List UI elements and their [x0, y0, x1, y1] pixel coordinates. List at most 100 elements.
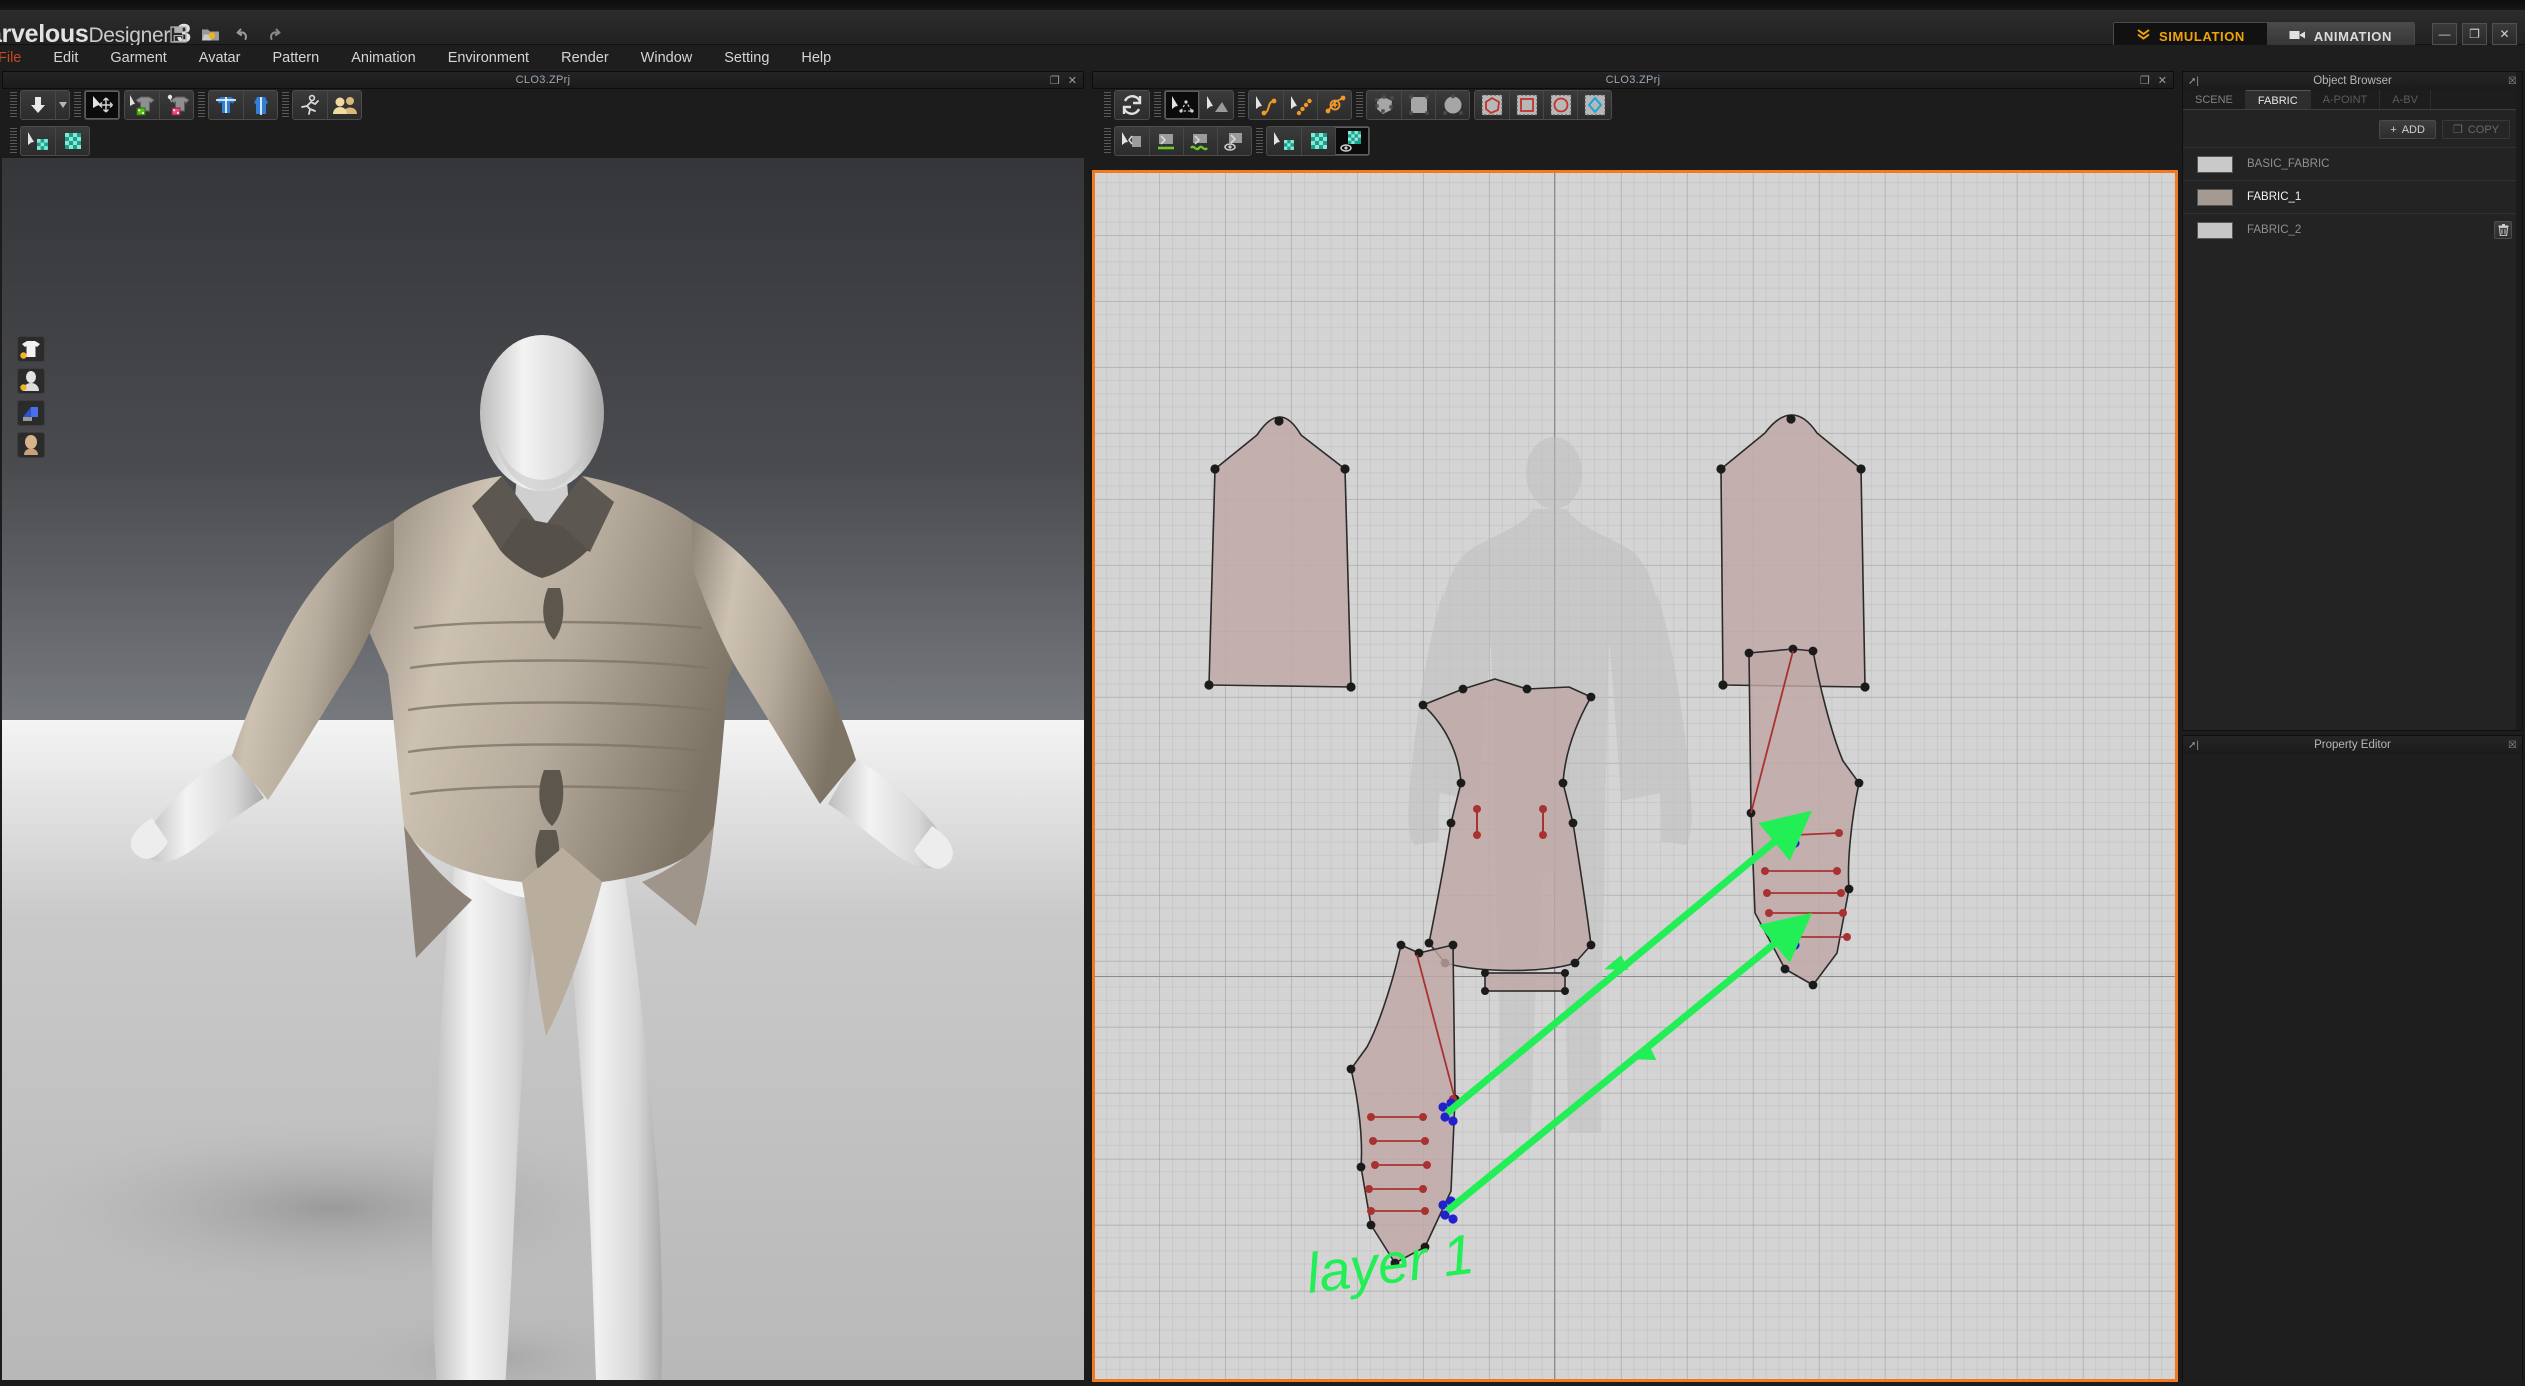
pin-icon[interactable]: ➚| — [2188, 76, 2199, 87]
sew-select-button[interactable] — [1115, 127, 1149, 155]
restore-button[interactable]: ❐ — [2462, 23, 2487, 45]
toolbar-grip[interactable] — [10, 92, 17, 118]
viewport-2d[interactable]: layer 1 — [1092, 170, 2178, 1382]
object-browser-tabs: SCENE FABRIC A-POINT A-BV — [2183, 90, 2522, 110]
fabric-swatch — [2197, 221, 2233, 239]
texture-map-button[interactable] — [1301, 127, 1335, 155]
pattern-canvas[interactable]: layer 1 — [1095, 173, 2178, 1382]
garment-layer-icon[interactable] — [17, 336, 45, 362]
edit-curve-button[interactable] — [1249, 91, 1283, 119]
pin-icon[interactable]: ➚| — [2188, 740, 2199, 751]
add-point-button[interactable] — [1317, 91, 1351, 119]
view3d-close-button[interactable]: ✕ — [1068, 74, 1077, 87]
avatar-show-button[interactable] — [243, 91, 277, 119]
menu-item-pattern[interactable]: Pattern — [256, 45, 335, 72]
toolbar-grip[interactable] — [1256, 128, 1263, 154]
internal-circle-button[interactable] — [1543, 91, 1577, 119]
viewport-3d[interactable] — [2, 158, 1084, 1380]
add-fabric-button[interactable]: + ADD — [2379, 120, 2436, 139]
texture-edit-button[interactable] — [55, 127, 89, 155]
free-sew-button[interactable] — [1183, 127, 1217, 155]
select-pin-button[interactable] — [159, 91, 193, 119]
texture-arrow-button[interactable] — [1267, 127, 1301, 155]
toolbar-grip[interactable] — [282, 92, 289, 118]
select-mesh-button[interactable] — [125, 91, 159, 119]
simulate-dropdown-arrow[interactable] — [55, 91, 69, 119]
garment-visibility-group — [208, 90, 278, 120]
fabric-book-icon[interactable] — [17, 400, 45, 426]
main-menubar: File Edit Garment Avatar Pattern Animati… — [0, 45, 2525, 72]
pose-button[interactable] — [293, 91, 327, 119]
property-editor-close-icon[interactable]: ☒ — [2508, 740, 2517, 751]
dart-tool-button[interactable] — [1577, 91, 1611, 119]
fabric-list-item[interactable]: FABRIC_1 — [2183, 180, 2522, 213]
menu-item-garment[interactable]: Garment — [94, 45, 182, 72]
avatar-layer-icon[interactable] — [17, 368, 45, 394]
transform-pattern-button[interactable] — [1199, 91, 1233, 119]
toolbar-grip[interactable] — [1104, 92, 1111, 118]
menu-item-setting[interactable]: Setting — [708, 45, 785, 72]
circle-tool-button[interactable] — [1435, 91, 1469, 119]
view2d-close-button[interactable]: ✕ — [2158, 74, 2167, 87]
application-titlebar: arvelousDesigner 3 Version:1.3.0.0 — [0, 10, 2525, 50]
property-editor-title: Property Editor — [2314, 739, 2391, 751]
simulate-group — [20, 90, 70, 120]
polygon-tool-button[interactable] — [1367, 91, 1401, 119]
pattern-piece-left-sleeve — [1204, 416, 1356, 692]
object-browser-panel: ➚| Object Browser ☒ SCENE FABRIC A-POINT… — [2182, 71, 2523, 731]
garment-show-button[interactable] — [209, 91, 243, 119]
titlebar-quick-tools — [168, 24, 285, 45]
internal-polygon-button[interactable] — [1475, 91, 1509, 119]
copy-fabric-button[interactable]: ❐ COPY — [2441, 120, 2510, 139]
transform-tool-button[interactable] — [85, 91, 119, 119]
tab-fabric[interactable]: FABRIC — [2245, 90, 2311, 109]
save-icon[interactable] — [168, 24, 189, 45]
brand-sub: Designer — [88, 24, 171, 47]
toolbar-grip[interactable] — [1154, 92, 1161, 118]
toolbar-grip[interactable] — [198, 92, 205, 118]
view2d-toolbar-row2 — [1104, 126, 1374, 156]
segment-sew-button[interactable] — [1149, 127, 1183, 155]
toolbar-grip[interactable] — [10, 128, 17, 154]
tab-a-bv[interactable]: A-BV — [2380, 90, 2431, 109]
delete-fabric-icon[interactable] — [2494, 221, 2512, 239]
minimize-button[interactable]: — — [2432, 23, 2457, 45]
tab-scene[interactable]: SCENE — [2183, 90, 2246, 109]
menu-item-file[interactable]: File — [0, 45, 37, 72]
texture-eye-button[interactable] — [1335, 127, 1369, 155]
avatar-group-button[interactable] — [327, 91, 361, 119]
rectangle-tool-button[interactable] — [1401, 91, 1435, 119]
skin-head-icon[interactable] — [17, 432, 45, 458]
object-browser-scrollbar[interactable] — [2516, 72, 2522, 730]
view2d-restore-button[interactable]: ❐ — [2140, 74, 2150, 87]
fabric-list-item[interactable]: BASIC_FABRIC — [2183, 147, 2522, 180]
fabric-list-item[interactable]: FABRIC_2 — [2183, 213, 2522, 246]
redo-icon[interactable] — [264, 24, 285, 45]
sync-group — [1114, 90, 1150, 120]
view3d-restore-button[interactable]: ❐ — [1050, 74, 1060, 87]
menu-item-animation[interactable]: Animation — [335, 45, 431, 72]
internal-rect-button[interactable] — [1509, 91, 1543, 119]
menu-item-avatar[interactable]: Avatar — [183, 45, 257, 72]
sew-view-button[interactable] — [1217, 127, 1251, 155]
toolbar-grip[interactable] — [1356, 92, 1363, 118]
tab-a-point[interactable]: A-POINT — [2311, 90, 2381, 109]
toolbar-grip[interactable] — [1104, 128, 1111, 154]
menu-item-window[interactable]: Window — [625, 45, 709, 72]
sync-button[interactable] — [1115, 91, 1149, 119]
simulate-button[interactable] — [21, 91, 55, 119]
fabric-list: BASIC_FABRIC FABRIC_1 FABRIC_2 — [2183, 147, 2522, 246]
open-folder-icon[interactable] — [200, 24, 221, 45]
toolbar-grip[interactable] — [74, 92, 81, 118]
menu-item-edit[interactable]: Edit — [37, 45, 94, 72]
edit-curve-point-button[interactable] — [1283, 91, 1317, 119]
copy-fabric-label: COPY — [2467, 123, 2499, 136]
close-button[interactable]: ✕ — [2492, 23, 2517, 45]
menu-item-environment[interactable]: Environment — [432, 45, 545, 72]
menu-item-render[interactable]: Render — [545, 45, 625, 72]
toolbar-grip[interactable] — [1238, 92, 1245, 118]
texture-select-button[interactable] — [21, 127, 55, 155]
edit-pattern-button[interactable] — [1165, 91, 1199, 119]
undo-icon[interactable] — [232, 24, 253, 45]
menu-item-help[interactable]: Help — [785, 45, 847, 72]
